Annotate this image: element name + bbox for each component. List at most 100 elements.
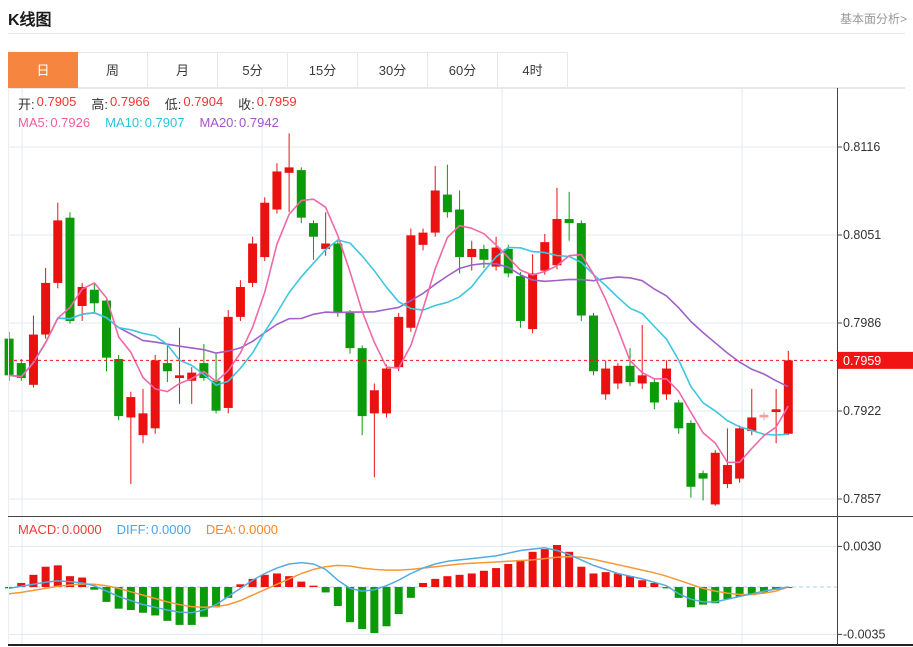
- legend-value: 0.0000: [238, 522, 279, 537]
- candle-body: [588, 315, 598, 372]
- macd-bar: [613, 573, 622, 588]
- candle-body: [686, 422, 696, 487]
- macd-bar: [601, 572, 610, 588]
- legend-macd-item: DEA: 0.0000: [206, 522, 278, 537]
- legend-ohlc-item: 低: 0.7904: [165, 94, 223, 113]
- macd-bar: [139, 587, 148, 613]
- macd-bar: [492, 568, 501, 588]
- legend-label: 高:: [91, 97, 109, 112]
- candle-body: [552, 219, 562, 266]
- candle-body: [308, 223, 318, 237]
- macd-bar: [175, 587, 184, 625]
- candle-body: [65, 217, 75, 321]
- macd-bar: [53, 565, 62, 588]
- macd-bar: [163, 587, 172, 621]
- macd-bar: [151, 587, 160, 616]
- candle-body: [175, 375, 185, 379]
- macd-bar: [382, 587, 391, 627]
- candle-body: [89, 289, 99, 304]
- y-axis-label: 0.8116: [843, 140, 880, 154]
- candle-body: [223, 316, 233, 408]
- y-axis-label: 0.7922: [843, 404, 881, 418]
- candle-body: [698, 473, 708, 479]
- legend-ma-item: MA20: 0.7942: [199, 115, 278, 130]
- macd-bar: [345, 587, 354, 623]
- candle-body: [235, 286, 245, 317]
- candle-body: [564, 219, 574, 224]
- legend-value: 0.7907: [144, 115, 185, 130]
- candle-body: [114, 359, 124, 417]
- macd-bar: [638, 580, 647, 588]
- candle-body: [382, 368, 392, 414]
- candle-body: [540, 242, 550, 271]
- candle-body: [333, 243, 343, 313]
- macd-axis-label: -0.0035: [843, 627, 885, 641]
- candle-body: [601, 368, 611, 395]
- candle-body: [162, 363, 172, 372]
- legend-label: DEA:: [205, 522, 237, 537]
- ohlc-legend: 开: 0.7905 高: 0.7966 低: 0.7904 收: 0.7959: [18, 94, 297, 113]
- candle-body: [357, 348, 367, 417]
- candle-body: [735, 428, 745, 479]
- candle-body: [674, 402, 684, 429]
- legend-label: MACD:: [18, 522, 60, 537]
- legend-value: 0.7926: [50, 115, 91, 130]
- macd-bar: [358, 587, 367, 629]
- macd-bar: [528, 551, 537, 588]
- candle-body: [260, 202, 270, 258]
- macd-bar: [406, 587, 415, 598]
- macd-bar: [309, 585, 318, 588]
- y-axis-label: 0.7857: [843, 492, 881, 506]
- macd-bar: [199, 587, 208, 617]
- candle-body: [272, 171, 282, 210]
- legend-label: 开:: [18, 97, 35, 112]
- macd-bar: [626, 576, 635, 588]
- candle-body: [455, 209, 465, 258]
- candle-body: [576, 223, 586, 316]
- legend-value: 0.7966: [110, 94, 150, 109]
- legend-value: 0.0000: [151, 522, 191, 537]
- macd-bar: [589, 573, 598, 588]
- legend-label: MA5:: [18, 115, 49, 130]
- candle-body: [442, 194, 452, 213]
- legend-label: MA20:: [199, 115, 238, 130]
- legend-ma-item: MA10: 0.7907: [105, 115, 184, 130]
- legend-ohlc-item: 开: 0.7905: [18, 94, 76, 113]
- macd-bar: [321, 587, 330, 593]
- candle-body: [28, 334, 38, 385]
- legend-ma-item: MA5: 0.7926: [18, 115, 90, 130]
- candle-body: [248, 243, 258, 283]
- legend-label: DIFF:: [116, 522, 150, 537]
- candle-body: [199, 363, 209, 379]
- legend-macd-item: DIFF: 0.0000: [117, 522, 191, 537]
- macd-bar: [431, 578, 440, 588]
- legend-label: MA10:: [105, 115, 143, 130]
- candle-body: [126, 397, 136, 418]
- legend-macd-item: MACD: 0.0000: [18, 522, 102, 537]
- legend-value: 0.7942: [239, 115, 279, 130]
- macd-bar: [394, 587, 403, 615]
- legend-value: 0.7959: [256, 94, 297, 109]
- macd-bar: [467, 573, 476, 588]
- legend-ohlc-item: 高: 0.7966: [91, 94, 149, 113]
- macd-bar: [443, 576, 452, 588]
- candle-body: [710, 452, 720, 505]
- macd-bar: [516, 559, 525, 588]
- candle-body: [4, 338, 14, 376]
- candle-body: [53, 220, 63, 283]
- y-axis-label: 0.8051: [843, 228, 881, 242]
- candle-body: [771, 409, 781, 413]
- kline-chart-widget: K线图 基本面分析> 日周月 5分 15分 30分 60分 4时 0.8116 0.8051…: [0, 0, 913, 647]
- macd-bar: [540, 549, 549, 588]
- legend-value: 0.0000: [61, 522, 102, 537]
- y-axis-label: 0.7986: [843, 316, 881, 330]
- legend-value: 0.7904: [183, 94, 224, 109]
- legend-value: 0.7905: [36, 94, 77, 109]
- candle-body: [296, 170, 306, 218]
- candle-body: [783, 360, 793, 434]
- macd-bar: [455, 574, 464, 588]
- candle-body: [613, 365, 623, 384]
- candle-body: [479, 248, 489, 260]
- candle-body: [394, 316, 404, 368]
- candle-body: [722, 465, 732, 485]
